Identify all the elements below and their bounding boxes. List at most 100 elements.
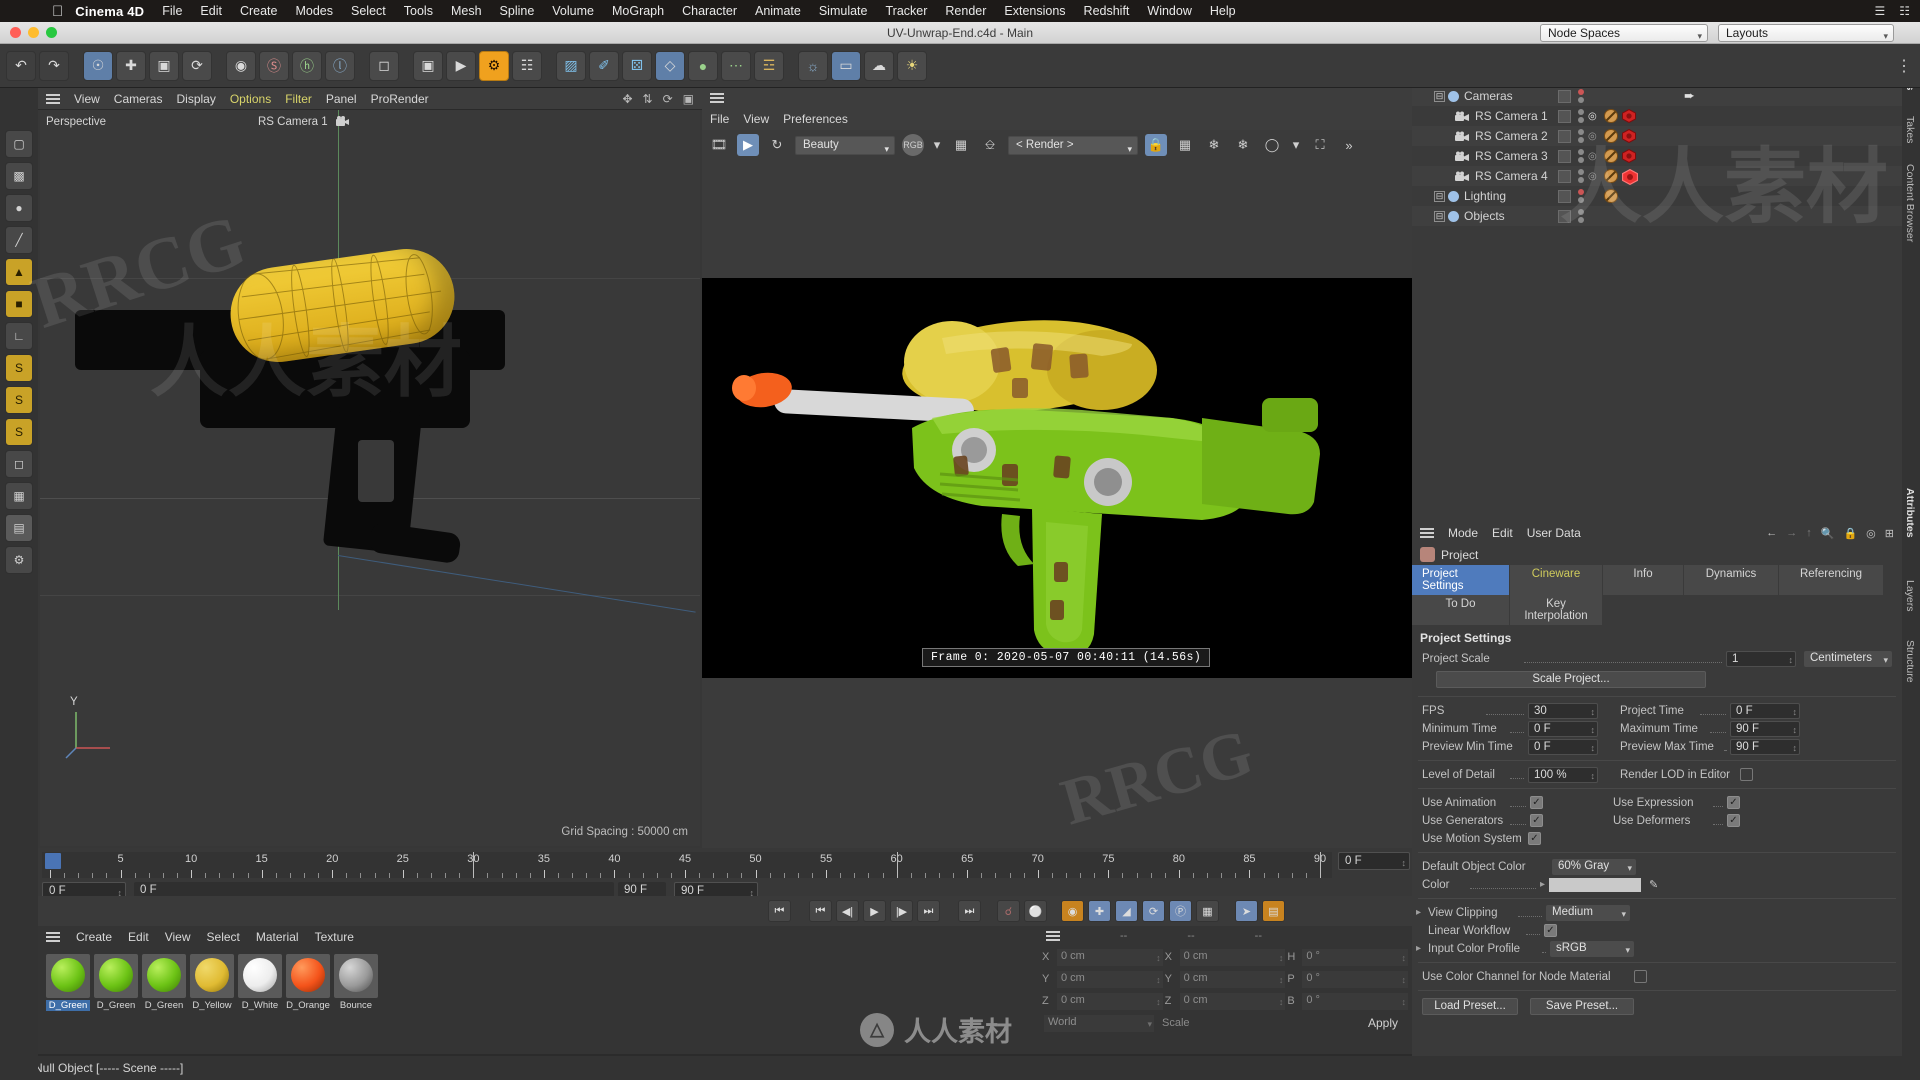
tab-cineware[interactable]: Cineware: [1510, 565, 1602, 595]
material-item[interactable]: D_Yellow: [190, 954, 234, 1011]
menu-render[interactable]: Render: [945, 4, 986, 18]
material-item[interactable]: D_Orange: [286, 954, 330, 1011]
expand-collapse-icon[interactable]: ⊟: [1434, 191, 1445, 202]
spline-pen-button[interactable]: ✐: [589, 51, 619, 81]
generator-button[interactable]: ⚄: [622, 51, 652, 81]
object-row-camera-2[interactable]: RS Camera 2 ◎: [1412, 126, 1902, 146]
menu-window[interactable]: Window: [1147, 4, 1191, 18]
expand-view-clipping-icon[interactable]: ▸: [1416, 907, 1428, 918]
visibility-toggle[interactable]: [1558, 150, 1571, 163]
tool-axis-mode[interactable]: ∟: [5, 322, 33, 350]
tool-uv-mesh[interactable]: ▦: [5, 482, 33, 510]
picture-viewer-menu-icon[interactable]: [710, 91, 724, 105]
tool-enable-axis[interactable]: S: [5, 354, 33, 382]
overflow-icon[interactable]: »: [1338, 134, 1360, 156]
material-name[interactable]: D_Green: [94, 1000, 138, 1011]
visibility-dots[interactable]: [1578, 149, 1584, 163]
snowflake-g-icon[interactable]: ❄: [1232, 134, 1254, 156]
material-swatch[interactable]: [238, 954, 282, 998]
pv-menu-file[interactable]: File: [710, 112, 729, 126]
viewport-pan-icon[interactable]: ✥: [622, 92, 632, 106]
position-x-field[interactable]: 0 cm↕: [1057, 949, 1163, 966]
minimum-time-field[interactable]: 0 F ↕: [1528, 721, 1598, 737]
expand-collapse-icon[interactable]: ⊟: [1434, 211, 1445, 222]
object-row-objects[interactable]: ⊟ Objects: [1412, 206, 1902, 226]
next-key-button[interactable]: ⏭: [917, 900, 940, 922]
material-swatch[interactable]: [142, 954, 186, 998]
previous-key-button[interactable]: ⏮: [809, 900, 832, 922]
material-item[interactable]: D_White: [238, 954, 282, 1011]
viewport-menu-options[interactable]: Options: [230, 92, 271, 106]
material-item[interactable]: D_Green: [142, 954, 186, 1011]
am-menu-user-data[interactable]: User Data: [1527, 526, 1581, 540]
key-position-button[interactable]: ✚: [1088, 900, 1111, 922]
vtab-structure[interactable]: Structure: [1904, 640, 1916, 683]
material-item[interactable]: D_Green: [94, 954, 138, 1011]
rotation-b-field[interactable]: 0 °↕: [1302, 993, 1408, 1010]
protection-tag-icon[interactable]: [1604, 109, 1618, 123]
material-menu-create[interactable]: Create: [76, 930, 112, 944]
light-button[interactable]: ☀: [897, 51, 927, 81]
play-button[interactable]: ▶: [863, 900, 886, 922]
spinner-icon[interactable]: ↕: [1279, 995, 1284, 1010]
material-swatch[interactable]: [46, 954, 90, 998]
cube-primitive-button[interactable]: ▨: [556, 51, 586, 81]
menu-character[interactable]: Character: [682, 4, 737, 18]
use-expression-checkbox[interactable]: ✓: [1727, 796, 1740, 809]
color-swatch[interactable]: [1549, 878, 1641, 892]
key-rotation-button[interactable]: ⟳: [1142, 900, 1165, 922]
apply-button[interactable]: Apply: [1368, 1016, 1406, 1030]
menu-simulate[interactable]: Simulate: [819, 4, 868, 18]
point-level-animation-button[interactable]: ▦: [1196, 900, 1219, 922]
visibility-dots[interactable]: [1578, 189, 1584, 203]
camera-icon[interactable]: [336, 114, 350, 125]
spinner-icon[interactable]: ↕: [1279, 973, 1284, 988]
tab-key-interpolation[interactable]: Key Interpolation: [1510, 595, 1602, 625]
lock-x-axis-button[interactable]: Ⓢ: [259, 51, 289, 81]
subdivision-surface-button[interactable]: ◇: [655, 51, 685, 81]
material-item[interactable]: Bounce: [334, 954, 378, 1011]
object-row-camera-4[interactable]: RS Camera 4 ◎: [1412, 166, 1902, 186]
play-render-icon[interactable]: ▶: [737, 134, 759, 156]
redshift-camera-tag-icon[interactable]: [1622, 109, 1636, 123]
use-deformers-checkbox[interactable]: ✓: [1727, 814, 1740, 827]
lock-icon[interactable]: 🔒: [1843, 527, 1857, 540]
node-material-checkbox[interactable]: [1634, 970, 1647, 983]
record-active-objects-button[interactable]: ⚪: [1024, 900, 1047, 922]
render-channel-dropdown[interactable]: Beauty ▾: [795, 136, 895, 155]
linear-workflow-checkbox[interactable]: ✓: [1544, 924, 1557, 937]
lock-z-axis-button[interactable]: ⓛ: [325, 51, 355, 81]
rgb-channel-icon[interactable]: RGB: [902, 134, 924, 156]
back-arrow-icon[interactable]: ←: [1766, 527, 1777, 540]
rendered-image[interactable]: [702, 278, 1412, 678]
size-z-field[interactable]: 0 cm↕: [1180, 993, 1286, 1010]
project-scale-unit-dropdown[interactable]: Centimeters ▾: [1804, 651, 1892, 667]
film-strip-icon[interactable]: 🎞: [708, 134, 730, 156]
material-swatch[interactable]: [286, 954, 330, 998]
vtab-layers[interactable]: Layers: [1904, 580, 1916, 612]
active-camera-icon[interactable]: ◎: [1588, 131, 1597, 142]
timeline-ruler-panel[interactable]: 051015202530354045505560657075808590 0 F…: [38, 848, 1412, 896]
expand-input-color-profile-icon[interactable]: ▸: [1416, 943, 1428, 954]
material-swatch[interactable]: [334, 954, 378, 998]
menu-redshift[interactable]: Redshift: [1084, 4, 1130, 18]
am-menu-mode[interactable]: Mode: [1448, 526, 1478, 540]
perspective-canvas[interactable]: Y Perspective RS Camera 1 Grid Spacing :…: [40, 110, 700, 846]
rotation-p-field[interactable]: 0 °↕: [1302, 971, 1408, 988]
material-swatch[interactable]: [190, 954, 234, 998]
am-menu-edit[interactable]: Edit: [1492, 526, 1513, 540]
spinner-icon[interactable]: ↕: [1591, 769, 1596, 783]
tool-point-mode[interactable]: ●: [5, 194, 33, 222]
layouts-dropdown[interactable]: Layouts ▾: [1718, 24, 1894, 42]
render-settings-button[interactable]: ⚙: [479, 51, 509, 81]
scale-project-button[interactable]: Scale Project...: [1436, 671, 1706, 688]
floor-button[interactable]: ▭: [831, 51, 861, 81]
active-camera-icon[interactable]: ◎: [1588, 171, 1597, 182]
visibility-dots[interactable]: [1578, 129, 1584, 143]
live-selection-tool[interactable]: ☉: [83, 51, 113, 81]
project-scale-field[interactable]: 1 ↕: [1726, 651, 1796, 667]
go-to-end-button[interactable]: ⏭: [958, 900, 981, 922]
pv-menu-view[interactable]: View: [743, 112, 769, 126]
viewport-menu-prorender[interactable]: ProRender: [371, 92, 429, 106]
tool-texture-mode[interactable]: ▩: [5, 162, 33, 190]
